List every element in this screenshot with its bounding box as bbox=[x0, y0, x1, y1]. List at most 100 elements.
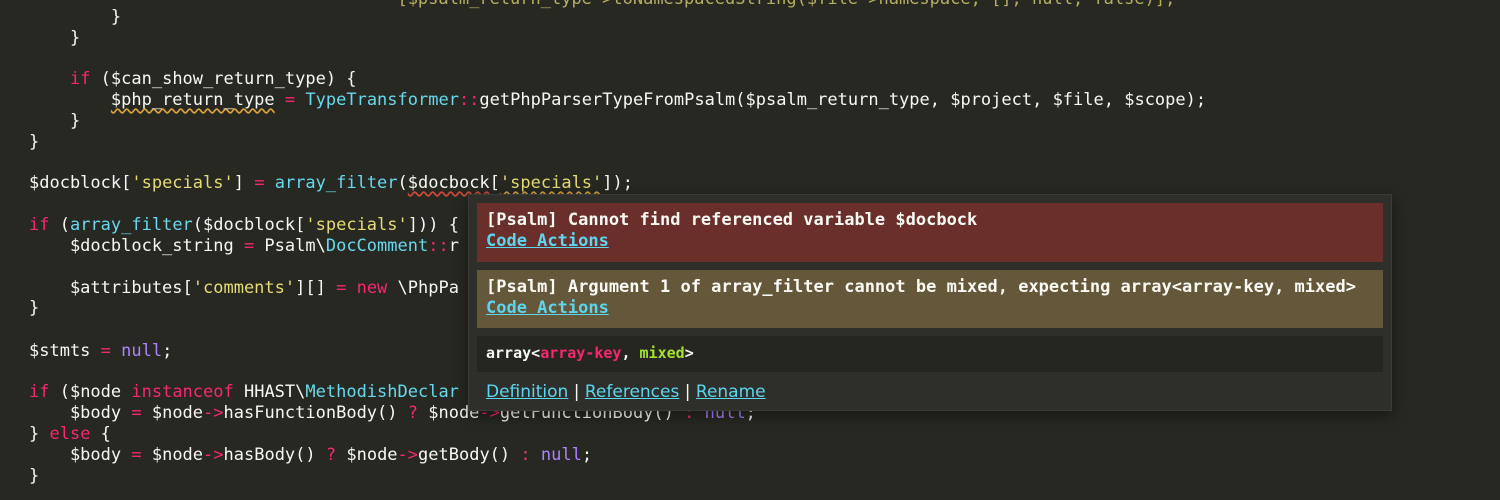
code-line[interactable]: $docblock_string = Psalm\DocComment::r bbox=[29, 236, 459, 256]
definition-link[interactable]: Definition bbox=[486, 382, 568, 402]
warning-code-actions-link[interactable]: Code Actions bbox=[486, 298, 609, 318]
type-sig-key: array-key bbox=[540, 344, 622, 362]
code-token: ] bbox=[233, 173, 255, 193]
code-token: r bbox=[448, 236, 459, 256]
code-token: = bbox=[243, 236, 255, 256]
code-token: \PhpPa bbox=[387, 278, 459, 298]
type-sig-suffix: > bbox=[684, 344, 694, 362]
code-token: [ bbox=[489, 173, 500, 193]
diagnostic-warning-message: [Psalm] Argument 1 of array_filter canno… bbox=[486, 277, 1356, 297]
code-token: if bbox=[69, 69, 91, 89]
code-line[interactable]: } bbox=[29, 28, 80, 48]
code-line[interactable]: } bbox=[29, 298, 39, 318]
code-token: instanceof bbox=[131, 382, 234, 402]
code-line[interactable]: if (array_filter($docblock['specials']))… bbox=[29, 215, 459, 235]
code-line[interactable]: if ($can_show_return_type) { bbox=[29, 69, 357, 89]
code-token: $node bbox=[141, 445, 204, 465]
code-token: hasBody() bbox=[223, 445, 326, 465]
type-sig-prefix: array< bbox=[486, 344, 541, 362]
code-line[interactable]: } bbox=[29, 111, 80, 131]
code-token: else bbox=[49, 424, 91, 444]
code-token: $body bbox=[29, 403, 132, 423]
code-token: getPhpParserTypeFromPsalm($psalm_return_… bbox=[479, 90, 1207, 110]
diagnostic-error-message: [Psalm] Cannot find referenced variable … bbox=[486, 210, 978, 230]
code-token: ? bbox=[325, 445, 337, 465]
code-line[interactable]: $php_return_type = TypeTransformer::getP… bbox=[29, 90, 1206, 110]
link-separator: | bbox=[679, 382, 696, 402]
type-signature: array<array-key, mixed> bbox=[477, 336, 1383, 372]
code-token: ])) { bbox=[407, 215, 459, 235]
code-token: = bbox=[100, 341, 111, 361]
code-token: HHAST\ bbox=[233, 382, 306, 402]
code-token: $node bbox=[141, 403, 204, 423]
code-token: :: bbox=[428, 236, 449, 256]
code-token: hasFunctionBody() bbox=[223, 403, 408, 423]
link-separator: | bbox=[568, 382, 585, 402]
code-token: } bbox=[29, 132, 40, 152]
hover-popup: [Psalm] Cannot find referenced variable … bbox=[468, 194, 1392, 411]
code-token: -> bbox=[397, 445, 419, 465]
code-token: ($can_show_return_type) { bbox=[90, 69, 357, 89]
code-token: ; bbox=[162, 341, 173, 361]
code-token: if bbox=[29, 215, 50, 235]
code-line[interactable]: $docblock['specials'] = array_filter($do… bbox=[29, 173, 633, 193]
code-token: [$psalm_return_type->toNamespacedString(… bbox=[29, 0, 1175, 9]
code-line[interactable]: } bbox=[29, 466, 39, 486]
code-token: $stmts bbox=[29, 341, 101, 361]
code-token: DocComment bbox=[325, 236, 429, 256]
diagnostic-warning: [Psalm] Argument 1 of array_filter canno… bbox=[477, 270, 1383, 328]
code-token: $body bbox=[29, 445, 132, 465]
code-line[interactable]: } else { bbox=[29, 424, 111, 444]
code-token: ][] bbox=[295, 278, 337, 298]
code-token: 'specials' bbox=[499, 173, 603, 193]
popup-links: Definition | References | Rename bbox=[486, 380, 766, 404]
code-line[interactable]: $body = $node->hasBody() ? $node->getBod… bbox=[29, 445, 592, 465]
code-token: } bbox=[29, 28, 81, 48]
code-token: 'comments' bbox=[192, 278, 296, 298]
code-line[interactable]: } bbox=[29, 7, 121, 27]
code-line[interactable]: $attributes['comments'][] = new \PhpPa bbox=[29, 278, 459, 298]
code-token: = bbox=[131, 403, 142, 423]
code-token: 'specials' bbox=[131, 173, 234, 193]
diagnostic-error: [Psalm] Cannot find referenced variable … bbox=[477, 203, 1383, 262]
code-token: $docblock_string bbox=[29, 236, 244, 256]
type-sig-value: mixed bbox=[639, 344, 685, 362]
code-token: $php_return_type bbox=[110, 90, 275, 110]
code-token: = bbox=[284, 90, 296, 110]
code-token: = bbox=[254, 173, 265, 193]
code-line[interactable]: $stmts = null; bbox=[29, 341, 172, 361]
code-token: : bbox=[520, 445, 531, 465]
code-token: MethodishDeclar bbox=[305, 382, 459, 402]
code-token: TypeTransformer bbox=[305, 90, 459, 110]
code-token: :: bbox=[458, 90, 480, 110]
code-token: null bbox=[540, 445, 582, 465]
code-token: { bbox=[90, 424, 111, 444]
code-line[interactable]: if ($node instanceof HHAST\MethodishDecl… bbox=[29, 382, 459, 402]
rename-link[interactable]: Rename bbox=[696, 382, 766, 402]
code-token: ( bbox=[49, 215, 70, 235]
code-token: -> bbox=[203, 403, 224, 423]
code-token: $attributes[ bbox=[29, 278, 193, 298]
code-token: -> bbox=[203, 445, 224, 465]
code-line[interactable]: } bbox=[29, 132, 39, 152]
code-token: new bbox=[356, 278, 388, 298]
code-token: ? bbox=[407, 403, 418, 423]
code-token: if bbox=[29, 382, 50, 402]
code-token: } bbox=[29, 424, 50, 444]
error-code-actions-link[interactable]: Code Actions bbox=[486, 231, 609, 251]
code-token: array_filter bbox=[274, 173, 398, 193]
code-token: null bbox=[121, 341, 163, 361]
code-token: = bbox=[131, 445, 142, 465]
code-token: 'specials' bbox=[305, 215, 408, 235]
code-token: $docbock bbox=[407, 173, 490, 193]
code-token: = bbox=[336, 278, 347, 298]
code-line[interactable]: [$psalm_return_type->toNamespacedString(… bbox=[29, 0, 1175, 9]
code-token: array_filter bbox=[69, 215, 193, 235]
code-token: ]); bbox=[602, 173, 633, 193]
references-link[interactable]: References bbox=[585, 382, 679, 402]
